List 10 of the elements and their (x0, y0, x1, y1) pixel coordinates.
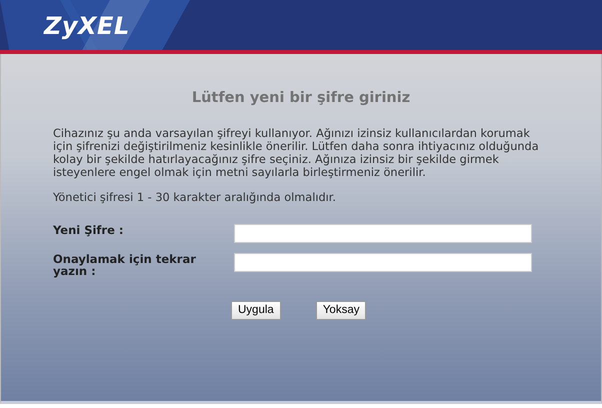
instruction-text: Yönetici şifresi 1 - 30 karakter aralığında olmalıdır. (53, 191, 337, 204)
password-field[interactable] (234, 253, 532, 272)
instruction-text: Cihazınız şu anda varsayılan şifreyi kullanıyor. Ağınızı izinsiz kullanıcılardan korumak için şifrenizi değiştirilmeniz kesinlikle önerilir. Lütfen daha sonra ihtiyacınız olduğunda kolay bir şekilde hatırlayacağınız şifre seçiniz. Ağınıza izinsiz bir şekilde girmek isteyenlere engel olmak için metni sayılarla birleştirmeniz önerilir. (53, 127, 540, 180)
apply-button[interactable]: Uygula (231, 301, 281, 320)
cancel-button[interactable]: Yoksay (316, 301, 366, 320)
field-label: Onaylamak için tekrar yazın : (53, 253, 197, 278)
page-title: Lütfen yeni bir şifre giriniz (190, 89, 412, 108)
zyxel-logo: ZyXEL (44, 11, 130, 40)
field-label: Yeni Şifre : (53, 224, 125, 236)
password-field[interactable] (234, 224, 532, 244)
